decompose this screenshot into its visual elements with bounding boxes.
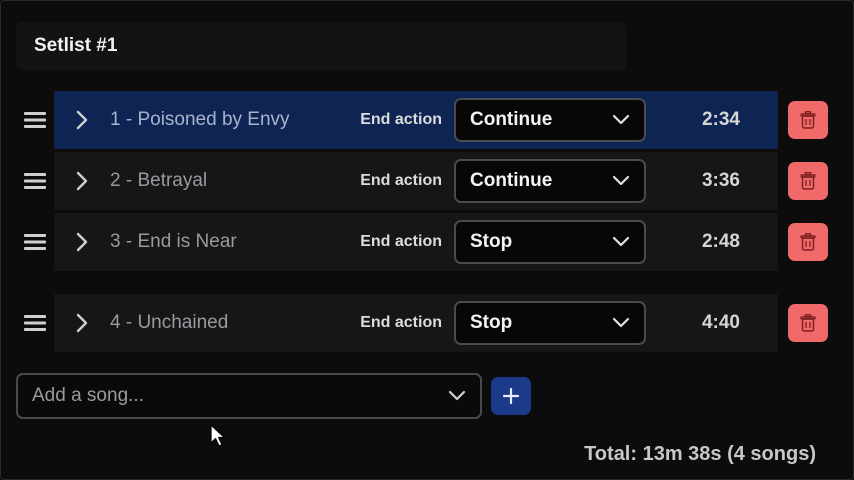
song-title: 1 - Poisoned by Envy	[110, 109, 290, 130]
plus-icon	[502, 387, 520, 405]
end-action-value: Stop	[470, 231, 513, 252]
add-song-button[interactable]	[491, 377, 531, 415]
add-song-placeholder: Add a song...	[32, 385, 144, 406]
drag-handle-icon[interactable]	[16, 294, 54, 352]
song-row: 2 - Betrayal End action Continue 3:36	[16, 152, 838, 210]
trash-icon	[800, 314, 816, 332]
end-action-value: Continue	[470, 109, 553, 130]
trash-icon	[800, 172, 816, 190]
song-row-body: 2 - Betrayal End action Continue 3:36	[54, 152, 778, 210]
drag-handle-icon[interactable]	[16, 213, 54, 271]
delete-song-button[interactable]	[788, 162, 828, 200]
trash-icon	[800, 111, 816, 129]
end-action-label: End action	[360, 314, 442, 331]
song-row-body: 4 - Unchained End action Stop 4:40	[54, 294, 778, 352]
chevron-down-icon	[612, 114, 630, 125]
song-row-body: 1 - Poisoned by Envy End action Continue…	[54, 91, 778, 149]
chevron-right-icon[interactable]	[54, 294, 110, 352]
chevron-down-icon	[612, 236, 630, 247]
trash-icon	[800, 233, 816, 251]
chevron-down-icon	[448, 390, 466, 401]
end-action-select[interactable]: Continue	[454, 98, 646, 142]
end-action-select[interactable]: Stop	[454, 220, 646, 264]
end-action-value: Continue	[470, 170, 553, 191]
mouse-cursor-icon	[210, 424, 226, 447]
add-song-select[interactable]: Add a song...	[16, 373, 482, 419]
end-action-select[interactable]: Stop	[454, 301, 646, 345]
chevron-right-icon[interactable]	[54, 91, 110, 149]
song-duration: 4:40	[701, 312, 740, 333]
drag-handle-icon[interactable]	[16, 152, 54, 210]
song-title: 4 - Unchained	[110, 312, 229, 333]
song-row: 1 - Poisoned by Envy End action Continue…	[16, 91, 838, 149]
chevron-down-icon	[612, 317, 630, 328]
song-title: 2 - Betrayal	[110, 170, 208, 191]
setlist-title-text: Setlist #1	[34, 35, 118, 56]
delete-song-button[interactable]	[788, 101, 828, 139]
delete-song-button[interactable]	[788, 223, 828, 261]
song-duration: 2:34	[701, 109, 740, 130]
total-duration: Total: 13m 38s (4 songs)	[584, 443, 816, 465]
end-action-value: Stop	[470, 312, 513, 333]
song-row: 4 - Unchained End action Stop 4:40	[16, 294, 838, 352]
end-action-label: End action	[360, 111, 442, 128]
drag-handle-icon[interactable]	[16, 91, 54, 149]
end-action-select[interactable]: Continue	[454, 159, 646, 203]
song-duration: 3:36	[701, 170, 740, 191]
chevron-right-icon[interactable]	[54, 152, 110, 210]
setlist-title[interactable]: Setlist #1	[16, 22, 626, 70]
song-title: 3 - End is Near	[110, 231, 237, 252]
end-action-label: End action	[360, 233, 442, 250]
chevron-right-icon[interactable]	[54, 213, 110, 271]
end-action-label: End action	[360, 172, 442, 189]
song-row: 3 - End is Near End action Stop 2:48	[16, 213, 838, 271]
song-row-body: 3 - End is Near End action Stop 2:48	[54, 213, 778, 271]
song-duration: 2:48	[701, 231, 740, 252]
chevron-down-icon	[612, 175, 630, 186]
delete-song-button[interactable]	[788, 304, 828, 342]
